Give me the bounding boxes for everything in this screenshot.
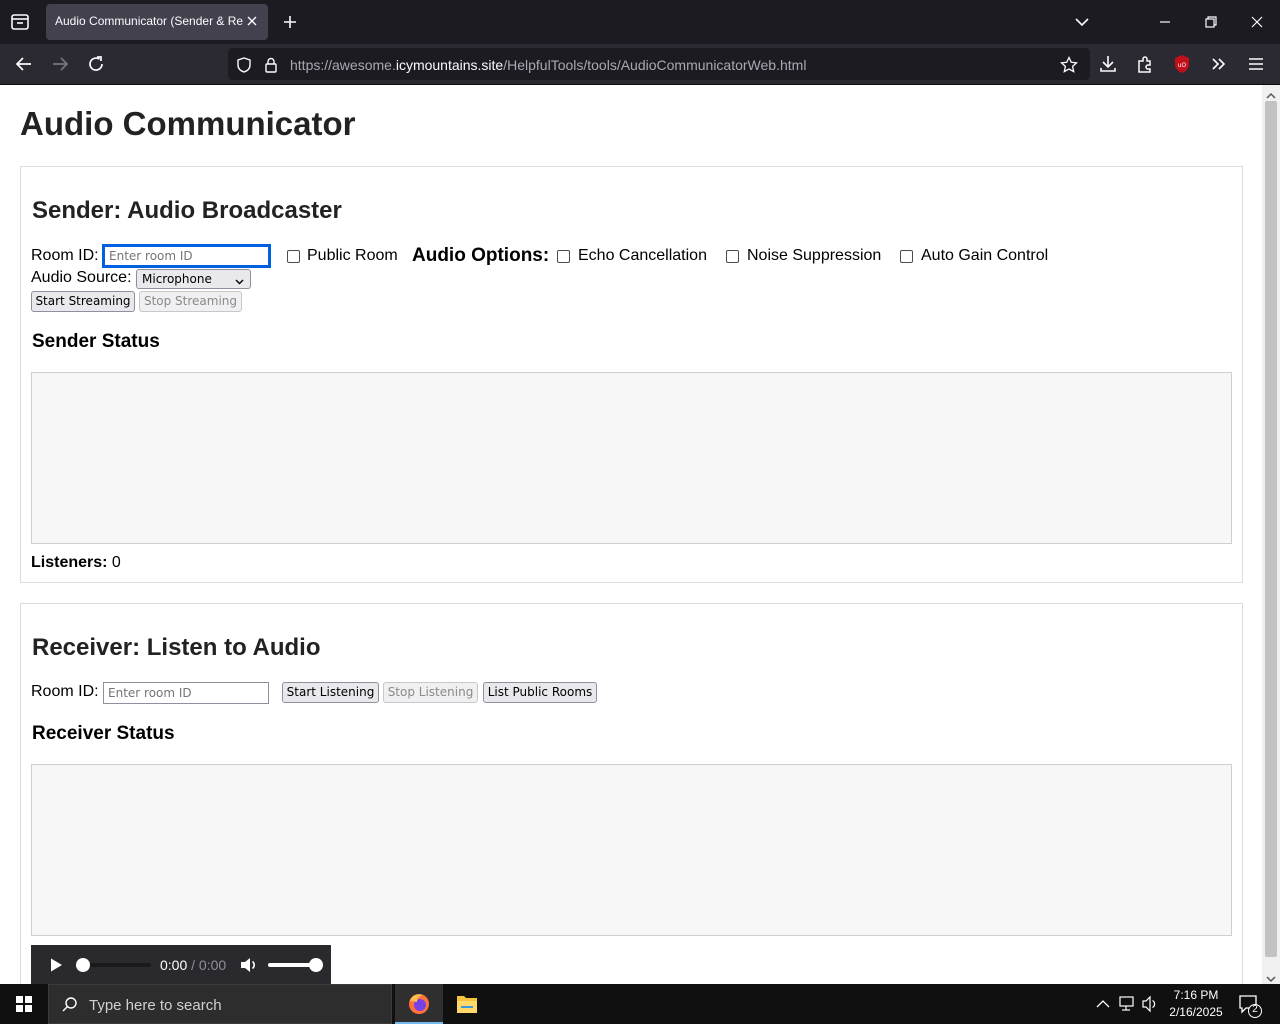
tab-close-icon[interactable] [244, 13, 260, 29]
page-viewport: Audio Communicator Sender: Audio Broadca… [0, 85, 1262, 984]
noise-suppression-label[interactable]: Noise Suppression [747, 247, 881, 265]
audio-source-select[interactable]: Microphone [136, 269, 251, 289]
notification-count: 2 [1252, 1004, 1258, 1015]
bookmark-star-icon[interactable] [1059, 55, 1079, 74]
windows-taskbar: Type here to search 7:16 PM 2/16/2025 2 [0, 984, 1280, 1024]
sender-status-box [31, 372, 1232, 544]
duration: 0:00 [198, 957, 227, 973]
list-public-rooms-button[interactable]: List Public Rooms [483, 682, 597, 703]
list-all-tabs-icon[interactable] [1072, 12, 1092, 32]
network-icon[interactable] [1116, 984, 1138, 1024]
start-listening-button[interactable]: Start Listening [282, 682, 379, 703]
sender-room-id-input[interactable] [102, 244, 271, 268]
time-separator: / [191, 957, 196, 973]
volume-icon[interactable] [239, 956, 259, 974]
browser-tab-bar: Audio Communicator (Sender & Re [0, 0, 1280, 44]
ublock-origin-icon[interactable]: uO [1171, 53, 1193, 75]
extensions-icon[interactable] [1134, 53, 1156, 75]
audio-player: 0:00 / 0:00 [31, 945, 331, 984]
file-explorer-taskbar-icon[interactable] [443, 984, 491, 1024]
volume-thumb[interactable] [309, 958, 323, 972]
stop-streaming-button: Stop Streaming [139, 291, 242, 312]
scrollbar-thumb[interactable] [1265, 101, 1277, 957]
echo-cancellation-label[interactable]: Echo Cancellation [578, 247, 707, 265]
seek-track[interactable] [76, 958, 151, 972]
volume-track[interactable] [268, 958, 323, 972]
listeners-count: Listeners: 0 [31, 554, 121, 572]
receiver-heading: Receiver: Listen to Audio [32, 634, 321, 661]
close-window-icon[interactable] [1247, 12, 1267, 32]
restore-icon[interactable] [1201, 12, 1221, 32]
public-room-label[interactable]: Public Room [307, 247, 398, 265]
receiver-section: Receiver: Listen to Audio Room ID: Start… [20, 603, 1243, 984]
downloads-icon[interactable] [1097, 53, 1119, 75]
taskbar-clock[interactable]: 7:16 PM 2/16/2025 [1160, 987, 1232, 1021]
audio-source-value: Microphone [142, 272, 212, 286]
minimize-icon[interactable] [1155, 12, 1175, 32]
start-streaming-button[interactable]: Start Streaming [31, 291, 135, 312]
browser-tab-active[interactable]: Audio Communicator (Sender & Re [46, 4, 268, 40]
url-text[interactable]: https://awesome.icymountains.site/Helpfu… [290, 57, 806, 73]
current-time: 0:00 [160, 957, 188, 973]
seek-thumb[interactable] [76, 958, 90, 972]
reload-icon[interactable] [85, 53, 107, 75]
new-tab-icon[interactable] [280, 12, 300, 32]
browser-navigation-bar: https://awesome.icymountains.site/Helpfu… [0, 44, 1280, 85]
sender-room-id-label: Room ID: [31, 247, 99, 264]
sender-status-heading: Sender Status [32, 331, 160, 352]
back-icon[interactable] [13, 53, 35, 75]
lock-icon[interactable] [262, 56, 280, 74]
audio-source-label: Audio Source: [31, 269, 132, 286]
receiver-status-box [31, 764, 1232, 936]
windows-start-icon[interactable] [0, 984, 48, 1024]
scroll-up-arrow-icon[interactable] [1266, 88, 1276, 99]
noise-suppression-checkbox[interactable] [726, 250, 739, 263]
speaker-icon[interactable] [1140, 984, 1160, 1024]
hamburger-menu-icon[interactable] [1245, 53, 1267, 75]
clock-date: 2/16/2025 [1169, 1005, 1223, 1019]
show-hidden-icons-chevron-icon[interactable] [1094, 984, 1112, 1024]
taskbar-search-box[interactable]: Type here to search [48, 984, 392, 1024]
stop-listening-button: Stop Listening [383, 682, 478, 703]
tracking-protection-shield-icon[interactable] [235, 56, 253, 74]
page-title: Audio Communicator [20, 105, 356, 142]
public-room-checkbox[interactable] [287, 250, 300, 263]
listeners-value: 0 [111, 554, 121, 571]
time-display: 0:00 / 0:00 [160, 957, 226, 973]
receiver-status-heading: Receiver Status [32, 723, 175, 744]
tab-title: Audio Communicator (Sender & Re [55, 14, 243, 28]
chevron-down-icon [235, 275, 244, 285]
clock-time: 7:16 PM [1173, 988, 1219, 1002]
auto-gain-control-checkbox[interactable] [900, 250, 913, 263]
svg-text:uO: uO [1178, 62, 1187, 69]
search-icon [61, 996, 79, 1014]
receiver-room-id-input[interactable] [103, 682, 269, 704]
sender-heading: Sender: Audio Broadcaster [32, 197, 342, 224]
more-tools-chevron-icon[interactable] [1208, 53, 1230, 75]
receiver-room-id-label: Room ID: [31, 683, 99, 700]
sender-section: Sender: Audio Broadcaster Room ID: Publi… [20, 166, 1243, 583]
auto-gain-control-label[interactable]: Auto Gain Control [921, 247, 1048, 265]
scroll-down-arrow-icon[interactable] [1266, 971, 1276, 983]
play-icon[interactable] [48, 957, 64, 973]
listeners-label: Listeners: [31, 554, 108, 571]
firefox-view-icon[interactable] [8, 11, 32, 33]
firefox-taskbar-icon[interactable] [395, 984, 443, 1024]
audio-options-label: Audio Options: [412, 245, 550, 266]
notifications-icon[interactable]: 2 [1236, 984, 1266, 1024]
address-bar[interactable]: https://awesome.icymountains.site/Helpfu… [228, 48, 1090, 80]
search-placeholder: Type here to search [89, 997, 222, 1014]
echo-cancellation-checkbox[interactable] [557, 250, 570, 263]
page-scrollbar[interactable] [1262, 85, 1280, 984]
forward-icon [49, 53, 71, 75]
